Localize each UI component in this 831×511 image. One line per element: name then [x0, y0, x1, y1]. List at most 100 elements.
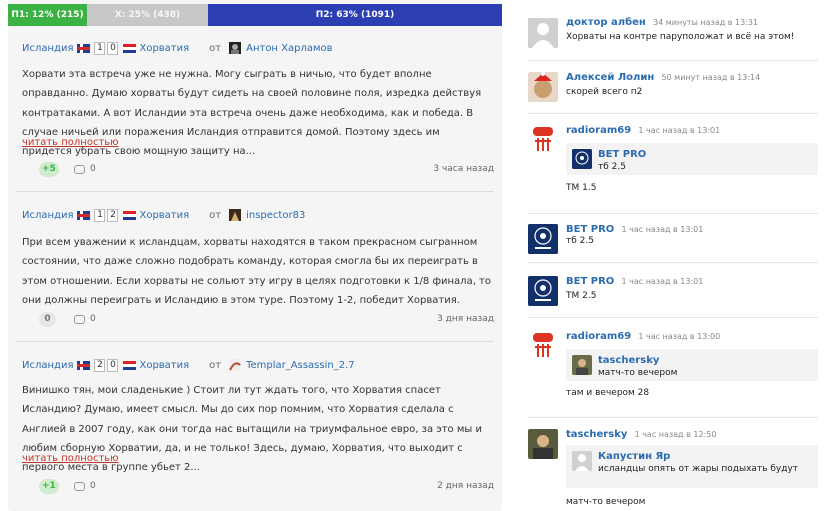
post-separator [16, 191, 494, 192]
iceland-flag-icon [77, 43, 91, 53]
team2-link[interactable]: Хорватия [139, 43, 189, 54]
comment-author[interactable]: доктор албен [566, 17, 646, 28]
quoted-author[interactable]: BET PRO [598, 149, 646, 160]
comment: radioram69 1 час назад в 13:00 taschersk… [528, 331, 818, 406]
comment-header: BET PRO 1 час назад в 13:01 [566, 276, 703, 287]
quoted-comment: BET PRO тб 2.5 [566, 143, 818, 175]
post-footer: +5 0 3 часа назад [22, 162, 494, 178]
avatar[interactable] [229, 42, 242, 54]
comment-time: 34 минуты назад в 13:31 [652, 18, 759, 27]
prediction-post: Исландия 2 0 Хорватия от Templar_Assassi… [8, 358, 502, 508]
comments-count-value: 0 [90, 481, 96, 491]
score1: 1 [94, 41, 106, 55]
likes-badge[interactable]: +5 [39, 162, 59, 177]
comments-count[interactable]: 0 [74, 164, 96, 174]
post-separator [16, 341, 494, 342]
avatar[interactable] [528, 72, 558, 102]
prediction-post: Исландия 1 0 Хорватия от Антон Харламов … [8, 41, 502, 191]
comment: Алексей Лолин 50 минут назад в 13:14 ско… [528, 72, 818, 112]
post-text: При всем уважении к исландцам, хорваты н… [22, 237, 491, 306]
author-link[interactable]: inspector83 [246, 210, 305, 221]
by-label: от [209, 359, 222, 371]
comment-header: radioram69 1 час назад в 13:01 [566, 125, 720, 136]
author-link[interactable]: Templar_Assassin_2.7 [246, 360, 355, 371]
post-header: Исландия 1 2 Хорватия от inspector83 [22, 208, 305, 222]
comment-author[interactable]: Алексей Лолин [566, 72, 654, 83]
post-time: 3 дня назад [437, 314, 494, 324]
poll-draw[interactable]: Х: 25% (438) [87, 4, 208, 26]
read-more-link[interactable]: читать полностью [22, 137, 119, 148]
by-label: от [209, 209, 222, 221]
likes-badge[interactable]: 0 [39, 312, 56, 327]
post-time: 3 часа назад [433, 164, 494, 174]
iceland-flag-icon [77, 210, 91, 220]
comment: BET PRO 1 час назад в 13:01 тб 2.5 [528, 224, 818, 260]
team1-link[interactable]: Исландия [22, 210, 73, 221]
comments-count[interactable]: 0 [74, 481, 96, 491]
avatar[interactable] [229, 209, 242, 221]
comment-text: ТМ 1.5 [566, 183, 597, 193]
avatar [572, 451, 592, 471]
comment-author[interactable]: taschersky [566, 429, 627, 440]
comments-count[interactable]: 0 [74, 314, 96, 324]
comments-count-value: 0 [90, 164, 96, 174]
likes-badge[interactable]: +1 [39, 479, 59, 494]
avatar[interactable] [528, 331, 558, 361]
team2-link[interactable]: Хорватия [139, 360, 189, 371]
score1: 2 [94, 358, 106, 372]
comment-divider [528, 317, 818, 318]
comments-panel: доктор албен 34 минуты назад в 13:31 Хор… [528, 0, 823, 511]
comments-count-value: 0 [90, 314, 96, 324]
comment-author[interactable]: BET PRO [566, 224, 614, 235]
avatar[interactable] [528, 429, 558, 459]
score1: 1 [94, 208, 106, 222]
avatar[interactable] [528, 125, 558, 155]
croatia-flag-icon [123, 43, 137, 53]
comment-header: Алексей Лолин 50 минут назад в 13:14 [566, 72, 760, 83]
comment-text: матч-то вечером [566, 497, 646, 507]
predictions-panel: П1: 12% (215) Х: 25% (438) П2: 63% (1091… [8, 0, 502, 511]
comment-author[interactable]: radioram69 [566, 125, 631, 136]
comment-text: скорей всего п2 [566, 87, 643, 97]
post-footer: +1 0 2 дня назад [22, 479, 494, 495]
quoted-comment: Капустин Яр исландцы опять от жары подых… [566, 445, 818, 488]
team1-link[interactable]: Исландия [22, 43, 73, 54]
comment-time: 1 час назад в 12:50 [634, 430, 717, 439]
post-time: 2 дня назад [437, 481, 494, 491]
author-link[interactable]: Антон Харламов [246, 43, 332, 54]
comment-text: Хорваты на контре паруположат и всё на э… [566, 32, 795, 42]
avatar[interactable] [528, 18, 558, 48]
champions-league-icon[interactable] [528, 224, 558, 254]
comment-bubble-icon [74, 164, 85, 174]
read-more-link[interactable]: читать полностью [22, 453, 119, 464]
comment-time: 1 час назад в 13:01 [638, 126, 721, 135]
croatia-flag-icon [123, 360, 137, 370]
comment-divider [528, 60, 818, 61]
prediction-post: Исландия 1 2 Хорватия от inspector83 При… [8, 208, 502, 338]
comment-text: тб 2.5 [566, 236, 594, 246]
team2-link[interactable]: Хорватия [139, 210, 189, 221]
post-header: Исландия 2 0 Хорватия от Templar_Assassi… [22, 358, 355, 372]
comment-divider [528, 113, 818, 114]
comment: BET PRO 1 час назад в 13:01 ТМ 2.5 [528, 276, 818, 312]
comment-author[interactable]: BET PRO [566, 276, 614, 287]
team1-link[interactable]: Исландия [22, 360, 73, 371]
comment-text: ТМ 2.5 [566, 291, 597, 301]
avatar[interactable] [229, 359, 242, 371]
quoted-author[interactable]: Капустин Яр [598, 451, 670, 462]
comment-time: 1 час назад в 13:01 [621, 277, 704, 286]
comment: radioram69 1 час назад в 13:01 BET PRO т… [528, 125, 818, 200]
comment-text: там и вечером 28 [566, 388, 650, 398]
comment-author[interactable]: radioram69 [566, 331, 631, 342]
poll-p1[interactable]: П1: 12% (215) [8, 4, 87, 26]
score2: 2 [107, 208, 119, 222]
champions-league-icon[interactable] [528, 276, 558, 306]
quoted-author[interactable]: taschersky [598, 355, 659, 366]
comment-header: radioram69 1 час назад в 13:00 [566, 331, 720, 342]
poll-p2[interactable]: П2: 63% (1091) [208, 4, 502, 26]
comment-divider [528, 262, 818, 263]
avatar [572, 355, 592, 375]
comment-bubble-icon [74, 314, 85, 324]
comment-time: 50 минут назад в 13:14 [661, 73, 761, 82]
iceland-flag-icon [77, 360, 91, 370]
